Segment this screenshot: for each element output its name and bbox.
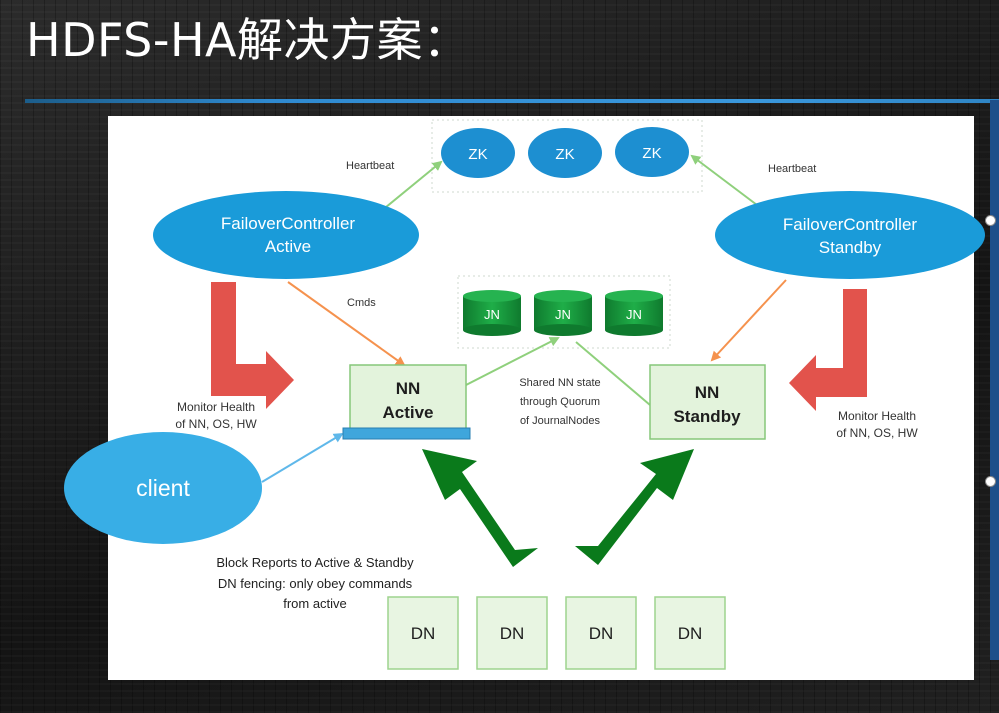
monitor-left-label-line2: of NN, OS, HW bbox=[175, 417, 257, 431]
monitor-right-label-line2: of NN, OS, HW bbox=[836, 426, 918, 440]
zk-label: ZK bbox=[468, 146, 487, 163]
client-label: client bbox=[136, 475, 190, 501]
resize-handle-bottom[interactable] bbox=[985, 476, 996, 487]
datanode: DN bbox=[387, 596, 459, 670]
fc-active-label: FailoverController bbox=[221, 214, 355, 233]
fc-active-state: Active bbox=[265, 237, 311, 256]
zk-node: ZK bbox=[528, 128, 602, 178]
dn-label: DN bbox=[500, 624, 525, 643]
jn-label: JN bbox=[555, 307, 571, 322]
jn-node: JN bbox=[463, 290, 521, 336]
zk-label: ZK bbox=[555, 146, 574, 163]
block-report-label-line3: from active bbox=[283, 596, 347, 611]
nn-standby-label: NN bbox=[695, 383, 720, 402]
heartbeat-left-label: Heartbeat bbox=[346, 160, 394, 172]
shared-state-label-line3: of JournalNodes bbox=[520, 415, 601, 427]
block-report-label-line2: DN fencing: only obey commands bbox=[218, 576, 413, 591]
fc-standby-label: FailoverController bbox=[783, 215, 917, 234]
datanode: DN bbox=[565, 596, 637, 670]
namenode-active: NN Active bbox=[342, 364, 471, 440]
client-node: client bbox=[64, 432, 262, 544]
dn-label: DN bbox=[411, 624, 436, 643]
zk-node: ZK bbox=[615, 127, 689, 177]
datanode: DN bbox=[654, 596, 726, 670]
monitor-right-label-line1: Monitor Health bbox=[838, 409, 916, 423]
monitor-health-right-arrow bbox=[789, 289, 867, 411]
block-report-arrow-standby bbox=[575, 449, 694, 565]
cmds-label: Cmds bbox=[347, 297, 376, 309]
nn-standby-state: Standby bbox=[673, 407, 741, 426]
hdfs-ha-diagram: ZK ZK ZK FailoverController Active Failo… bbox=[64, 119, 985, 670]
resize-handle-top[interactable] bbox=[985, 215, 996, 226]
heartbeat-right-label: Heartbeat bbox=[768, 163, 816, 175]
jn-node: JN bbox=[534, 290, 592, 336]
jn-node: JN bbox=[605, 290, 663, 336]
monitor-left-label-line1: Monitor Health bbox=[177, 400, 255, 414]
nn-active-state: Active bbox=[382, 403, 433, 422]
nn-active-label: NN bbox=[396, 379, 421, 398]
monitor-health-left-arrow bbox=[211, 282, 294, 409]
jn-label: JN bbox=[626, 307, 642, 322]
fc-standby-state: Standby bbox=[819, 238, 882, 257]
client-to-active-line bbox=[261, 432, 344, 483]
dn-label: DN bbox=[678, 624, 703, 643]
shared-state-label-line2: through Quorum bbox=[520, 396, 600, 408]
shared-state-label-line1: Shared NN state bbox=[519, 377, 600, 389]
block-report-arrow-active bbox=[422, 449, 538, 567]
active-indicator-bar bbox=[342, 427, 471, 440]
failover-controller-active: FailoverController Active bbox=[153, 191, 419, 279]
dn-label: DN bbox=[589, 624, 614, 643]
namenode-standby: NN Standby bbox=[649, 364, 766, 440]
zk-node: ZK bbox=[441, 128, 515, 178]
zk-label: ZK bbox=[642, 145, 661, 162]
jn-label: JN bbox=[484, 307, 500, 322]
datanode: DN bbox=[476, 596, 548, 670]
block-report-label-line1: Block Reports to Active & Standby bbox=[216, 555, 414, 570]
cmds-left-line bbox=[287, 281, 406, 367]
failover-controller-standby: FailoverController Standby bbox=[715, 191, 985, 279]
cmds-right-line bbox=[710, 279, 787, 362]
